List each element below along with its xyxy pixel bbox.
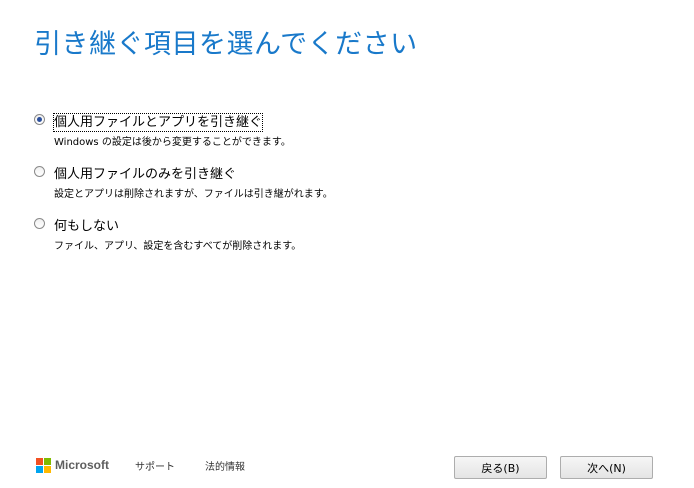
logo-square-yellow: [44, 465, 51, 473]
legal-info-link[interactable]: 法的情報: [205, 458, 245, 473]
option-label[interactable]: 個人用ファイルとアプリを引き継ぐ: [52, 113, 264, 132]
logo-square-green: [44, 457, 51, 465]
footer: Microsoft サポート 法的情報: [36, 456, 275, 474]
microsoft-logo-icon: [36, 457, 51, 473]
radio-nothing[interactable]: [34, 218, 45, 229]
logo-square-blue: [36, 465, 43, 473]
next-button[interactable]: 次へ(N): [560, 456, 653, 479]
option-label[interactable]: 何もしない: [54, 218, 119, 235]
options-group: 個人用ファイルとアプリを引き継ぐ Windows の設定は後から変更することがで…: [34, 111, 654, 267]
microsoft-brand-text: Microsoft: [55, 458, 109, 472]
option-keep-files-only[interactable]: 個人用ファイルのみを引き継ぐ 設定とアプリは削除されますが、ファイルは引き継がれ…: [34, 163, 654, 215]
option-description: Windows の設定は後から変更することができます。: [54, 137, 291, 148]
radio-keep-files-only[interactable]: [34, 166, 45, 177]
logo-square-red: [36, 457, 43, 465]
option-nothing[interactable]: 何もしない ファイル、アプリ、設定を含むすべてが削除されます。: [34, 215, 654, 267]
option-description: ファイル、アプリ、設定を含むすべてが削除されます。: [54, 241, 302, 252]
back-button[interactable]: 戻る(B): [454, 456, 547, 479]
option-keep-files-and-apps[interactable]: 個人用ファイルとアプリを引き継ぐ Windows の設定は後から変更することがで…: [34, 111, 654, 163]
support-link[interactable]: サポート: [135, 458, 175, 473]
radio-keep-files-and-apps[interactable]: [34, 114, 45, 125]
option-description: 設定とアプリは削除されますが、ファイルは引き継がれます。: [54, 189, 333, 200]
page-title: 引き継ぐ項目を選んでください: [34, 29, 418, 60]
option-label[interactable]: 個人用ファイルのみを引き継ぐ: [54, 166, 236, 183]
